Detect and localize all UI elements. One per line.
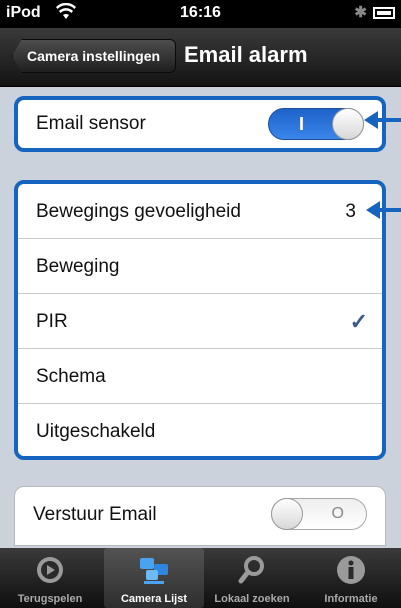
search-icon [236,554,268,586]
option-label: Schema [36,366,106,387]
annotation-arrow-icon [366,201,401,219]
option-row-schema[interactable]: Schema [18,349,382,404]
tab-lokaal-zoeken[interactable]: Lokaal zoeken [202,548,302,608]
tab-label: Informatie [324,593,378,605]
switch-off-glyph: O [331,505,344,522]
checkmark-icon: ✓ [349,309,368,334]
option-label: Beweging [36,256,120,277]
send-email-label: Verstuur Email [33,504,157,525]
option-label: Uitgeschakeld [36,421,156,442]
option-row-beweging[interactable]: Beweging [18,239,382,294]
tab-bar: Terugspelen Camera Lijst Lokaal zoeken I… [0,548,401,608]
switch-knob [271,498,303,530]
option-label: PIR [36,311,68,332]
info-icon [335,554,367,586]
send-email-group: Verstuur Email O [14,486,386,546]
battery-icon [373,7,395,19]
back-button[interactable]: Camera instellingen [12,39,176,73]
sensitivity-row[interactable]: Bewegings gevoeligheid 3 [18,184,382,239]
tab-camera-lijst[interactable]: Camera Lijst [104,548,204,608]
tab-label: Lokaal zoeken [214,593,290,605]
email-sensor-group: Email sensor I [14,96,386,152]
tab-terugspelen[interactable]: Terugspelen [0,548,100,608]
bluetooth-icon: ✱ [354,4,367,21]
camera-list-icon [138,554,170,586]
annotation-arrow-icon [364,111,401,129]
tab-label: Camera Lijst [120,593,188,605]
option-row-uitgeschakeld[interactable]: Uitgeschakeld [18,404,382,456]
navigation-bar: Camera instellingen Email alarm [0,28,401,87]
email-sensor-toggle[interactable]: I [268,108,364,140]
sensitivity-label: Bewegings gevoeligheid [36,201,241,222]
tab-label: Terugspelen [17,593,83,605]
playback-icon [34,554,66,586]
send-email-row: Verstuur Email O [15,487,385,542]
switch-knob [332,108,364,140]
page-title: Email alarm [184,42,308,67]
option-row-pir[interactable]: PIR ✓ [18,294,382,349]
switch-on-glyph: I [299,114,305,134]
sensitivity-group: Bewegings gevoeligheid 3 Beweging PIR ✓ … [14,180,386,460]
email-sensor-row: Email sensor I [18,100,382,148]
email-sensor-label: Email sensor [36,113,146,134]
send-email-toggle[interactable]: O [271,498,367,530]
tab-informatie[interactable]: Informatie [301,548,401,608]
clock: 16:16 [180,4,221,21]
status-bar: iPod 16:16 ✱ [0,0,401,28]
sensitivity-value: 3 [345,201,356,222]
